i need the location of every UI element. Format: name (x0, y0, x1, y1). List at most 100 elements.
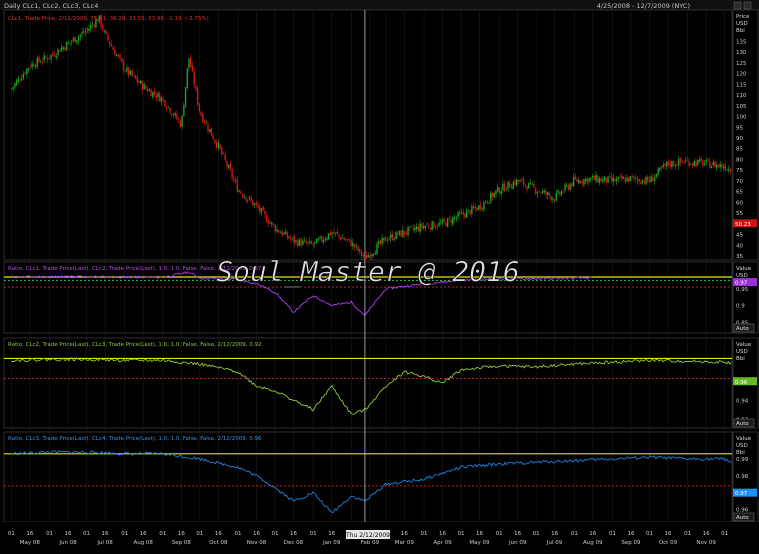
candle-body (353, 244, 356, 248)
candle-body (505, 189, 508, 191)
candle-body (186, 68, 188, 88)
candle-body (296, 240, 299, 246)
candle-body (236, 180, 239, 192)
candle-body (479, 204, 482, 210)
x-month-label: Feb 09 (361, 540, 380, 546)
candle-body (255, 202, 257, 205)
candle-body (600, 178, 602, 182)
candle-body (671, 160, 673, 168)
candle-body (607, 176, 609, 183)
candle-body (259, 206, 261, 212)
candle-body (124, 70, 126, 72)
date-range: 4/25/2008 - 12/7/2009 (NYC) (597, 2, 690, 10)
candle-body (550, 196, 552, 201)
candle-body (122, 60, 125, 71)
candle-body (581, 181, 583, 184)
candle-body (257, 203, 259, 208)
candle-body (540, 192, 542, 194)
candle-body (472, 205, 475, 209)
candle-body (541, 191, 544, 194)
candle-body (483, 201, 485, 210)
last-value-text: 0.97 (735, 281, 748, 287)
candle-body (52, 53, 54, 55)
candle-body (547, 192, 549, 195)
candle-body (343, 238, 345, 240)
x-tick-label: 16 (65, 531, 72, 537)
x-tick-label: 01 (421, 531, 428, 537)
candle-body (27, 67, 30, 69)
candle-body (448, 217, 451, 219)
x-month-label: Sep 09 (621, 540, 641, 546)
x-tick-label: 01 (646, 531, 653, 537)
candle-body (93, 24, 95, 27)
candle-body (681, 161, 683, 163)
x-tick-label: 16 (215, 531, 222, 537)
candle-body (498, 187, 501, 194)
candle-body (143, 84, 145, 90)
candle-body (179, 120, 182, 128)
x-tick-label: 16 (703, 531, 710, 537)
ratio3-legend: Ratio, CLc3, Trade Price(Last), CLc4, Tr… (8, 436, 262, 442)
minimize-icon[interactable] (733, 1, 742, 10)
axis-tick-label: 65 (736, 190, 743, 196)
candle-body (36, 57, 38, 68)
candle-body (400, 230, 402, 237)
candle-body (77, 36, 80, 41)
last-value-text: 0.97 (735, 491, 748, 497)
candle-body (58, 50, 61, 53)
candle-body (691, 163, 694, 165)
candle-body (634, 177, 637, 179)
candle-body (334, 232, 337, 234)
x-tick-label: 01 (684, 531, 691, 537)
candle-body (390, 234, 392, 239)
candle-body (291, 237, 294, 239)
candle-body (50, 54, 52, 59)
candle-body (495, 190, 497, 195)
candle-body (628, 176, 630, 182)
axis-header: Value (736, 436, 752, 442)
x-tick-label: 01 (121, 531, 128, 537)
candle-body (81, 32, 83, 35)
candle-body (686, 160, 689, 161)
candle-body (502, 183, 504, 191)
candle-body (207, 124, 209, 131)
close-icon[interactable] (743, 1, 752, 10)
candle-body (578, 179, 580, 183)
x-month-label: Dec 08 (284, 540, 304, 546)
candle-body (350, 239, 352, 247)
candle-body (359, 249, 361, 251)
candle-body (478, 205, 480, 210)
x-month-label: Sep 08 (172, 540, 192, 546)
candle-body (103, 30, 106, 32)
candle-body (467, 209, 470, 210)
candle-body (277, 230, 280, 233)
candle-body (614, 178, 616, 182)
candle-body (48, 58, 51, 59)
candle-body (569, 184, 571, 191)
candle-body (303, 240, 306, 241)
candle-body (181, 115, 183, 127)
candle-body (652, 177, 654, 182)
candle-body (688, 160, 690, 167)
axis-tick-label: 0.94 (736, 398, 749, 404)
candle-body (648, 180, 651, 183)
candle-body (245, 197, 247, 201)
candle-body (127, 67, 130, 75)
candle-body (233, 178, 235, 180)
candle-body (357, 246, 359, 251)
x-tick-label: 01 (310, 531, 317, 537)
candle-body (69, 42, 71, 44)
candle-body (433, 221, 435, 229)
candle-body (309, 240, 311, 243)
candle-body (679, 157, 682, 163)
candle-body (45, 56, 47, 58)
candle-body (215, 142, 218, 148)
candle-body (136, 77, 138, 83)
candle-body (724, 165, 727, 170)
candle-body (171, 113, 173, 116)
candle-body (486, 201, 489, 203)
candle-body (269, 222, 271, 224)
candle-body (229, 163, 232, 171)
x-tick-label: 16 (401, 531, 408, 537)
candle-body (193, 71, 195, 86)
